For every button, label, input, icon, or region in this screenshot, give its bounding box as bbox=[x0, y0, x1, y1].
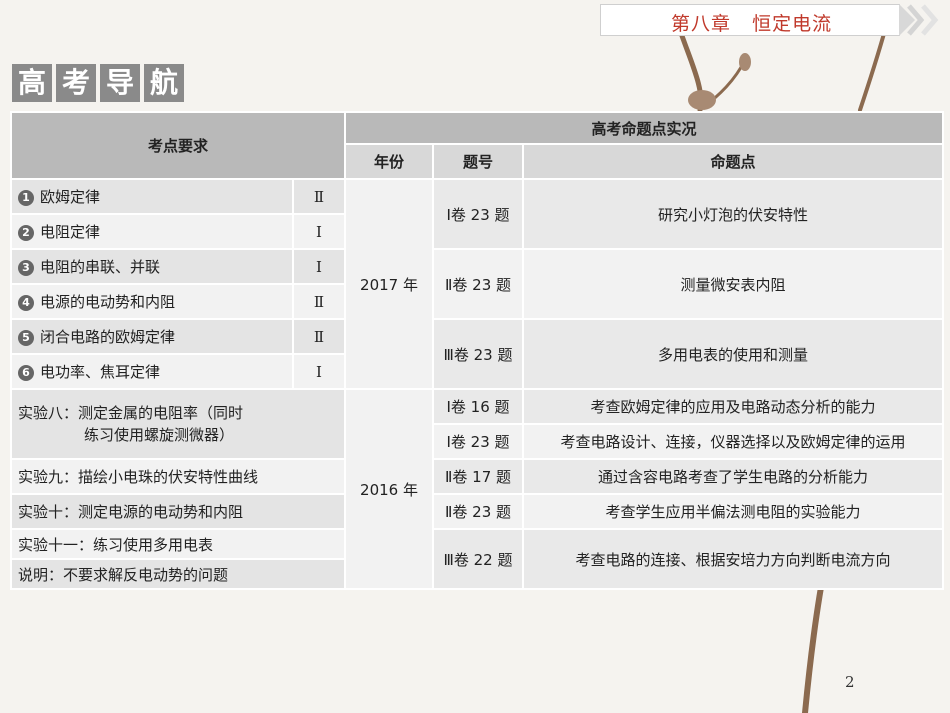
year-cell: 2016 年 bbox=[344, 388, 435, 590]
requirement-level: Ⅰ bbox=[291, 213, 347, 250]
question-cell: Ⅰ卷 16 题 bbox=[432, 388, 525, 425]
year-cell: 2017 年 bbox=[344, 178, 435, 390]
requirement-text: 电阻的串联、并联 bbox=[40, 258, 161, 276]
point-cell: 考查电路设计、连接，仪器选择以及欧姆定律的运用 bbox=[522, 423, 945, 460]
header-exam-group: 高考命题点实况 bbox=[344, 111, 945, 145]
requirement-item: 1 欧姆定律 bbox=[10, 178, 294, 215]
requirement-level: Ⅱ bbox=[291, 283, 347, 320]
question-cell: Ⅲ卷 23 题 bbox=[432, 318, 525, 390]
requirement-level: Ⅰ bbox=[291, 353, 347, 390]
number-badge: 4 bbox=[18, 295, 34, 311]
header-point: 命题点 bbox=[522, 143, 945, 180]
chapter-title: 第八章 恒定电流 bbox=[671, 13, 833, 35]
requirement-item: 3 电阻的串联、并联 bbox=[10, 248, 294, 285]
experiment-item: 实验十一：练习使用多用电表 bbox=[9, 528, 347, 560]
chapter-banner: 第八章 恒定电流 bbox=[600, 4, 915, 36]
experiment-line: 实验八：测定金属的电阻率（同时 bbox=[18, 404, 244, 422]
experiment-item: 实验十：测定电源的电动势和内阻 bbox=[9, 493, 347, 530]
point-cell: 考查电路的连接、根据安培力方向判断电流方向 bbox=[522, 528, 945, 590]
section-title: 高 考 导 航 bbox=[12, 64, 184, 102]
requirement-text: 闭合电路的欧姆定律 bbox=[40, 328, 176, 346]
question-cell: Ⅰ卷 23 题 bbox=[432, 178, 525, 250]
chevron-right-icon bbox=[907, 4, 939, 36]
requirement-text: 电源的电动势和内阻 bbox=[40, 293, 176, 311]
requirement-level: Ⅱ bbox=[291, 178, 347, 215]
header-requirements: 考点要求 bbox=[9, 111, 347, 180]
requirement-text: 电功率、焦耳定律 bbox=[40, 363, 161, 381]
experiment-note: 说明：不要求解反电动势的问题 bbox=[9, 558, 347, 590]
number-badge: 6 bbox=[18, 365, 34, 381]
requirement-item: 2 电阻定律 bbox=[10, 213, 294, 250]
requirement-text: 欧姆定律 bbox=[40, 188, 101, 206]
experiment-item: 实验九：描绘小电珠的伏安特性曲线 bbox=[9, 458, 347, 495]
title-char: 高 bbox=[12, 64, 52, 102]
question-cell: Ⅱ卷 17 题 bbox=[432, 458, 525, 495]
requirement-item: 6 电功率、焦耳定律 bbox=[10, 353, 294, 390]
requirement-level: Ⅰ bbox=[291, 248, 347, 285]
experiment-line: 练习使用螺旋测微器） bbox=[84, 426, 235, 444]
point-cell: 通过含容电路考查了学生电路的分析能力 bbox=[522, 458, 945, 495]
question-cell: Ⅱ卷 23 题 bbox=[432, 493, 525, 530]
question-cell: Ⅲ卷 22 题 bbox=[432, 528, 525, 590]
number-badge: 5 bbox=[18, 330, 34, 346]
point-cell: 考查学生应用半偏法测电阻的实验能力 bbox=[522, 493, 945, 530]
question-cell: Ⅱ卷 23 题 bbox=[432, 248, 525, 320]
title-char: 航 bbox=[144, 64, 184, 102]
requirement-level: Ⅱ bbox=[291, 318, 347, 355]
requirement-item: 5 闭合电路的欧姆定律 bbox=[10, 318, 294, 355]
page-number: 2 bbox=[845, 673, 855, 691]
point-cell: 考查欧姆定律的应用及电路动态分析的能力 bbox=[522, 388, 945, 425]
point-cell: 研究小灯泡的伏安特性 bbox=[522, 178, 945, 250]
point-cell: 多用电表的使用和测量 bbox=[522, 318, 945, 390]
point-cell: 测量微安表内阻 bbox=[522, 248, 945, 320]
experiment-item: 实验八：测定金属的电阻率（同时练习使用螺旋测微器） bbox=[9, 388, 347, 460]
header-question: 题号 bbox=[432, 143, 525, 180]
number-badge: 3 bbox=[18, 260, 34, 276]
header-year: 年份 bbox=[344, 143, 435, 180]
number-badge: 1 bbox=[18, 190, 34, 206]
number-badge: 2 bbox=[18, 225, 34, 241]
requirement-text: 电阻定律 bbox=[40, 223, 101, 241]
exam-table: 考点要求 高考命题点实况 年份 题号 命题点 1 欧姆定律 Ⅱ 2017 年 Ⅰ卷… bbox=[9, 111, 945, 590]
question-cell: Ⅰ卷 23 题 bbox=[432, 423, 525, 460]
requirement-item: 4 电源的电动势和内阻 bbox=[10, 283, 294, 320]
title-char: 考 bbox=[56, 64, 96, 102]
title-char: 导 bbox=[100, 64, 140, 102]
